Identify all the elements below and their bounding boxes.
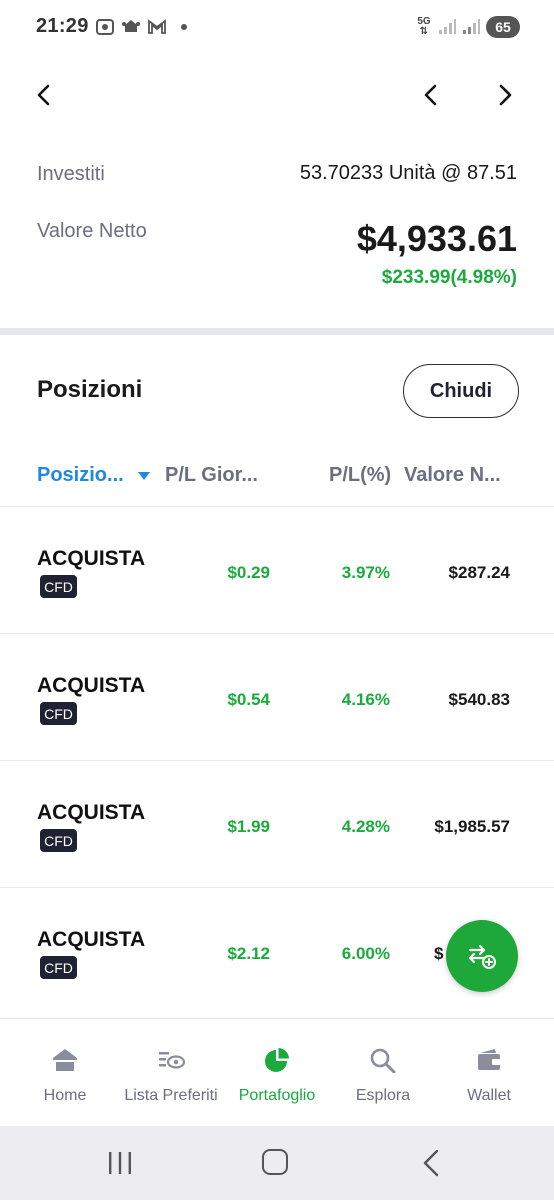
- trade-fab-button[interactable]: [446, 920, 518, 992]
- sort-down-icon[interactable]: [138, 472, 150, 480]
- column-header-pl-percent[interactable]: P/L(%): [329, 464, 391, 487]
- position-net-value: $540.83: [448, 690, 510, 709]
- position-side: ACQUISTA: [37, 928, 146, 951]
- position-pl-percent: 3.97%: [341, 563, 390, 582]
- close-all-button[interactable]: Chiudi: [403, 364, 519, 418]
- system-back-icon[interactable]: [420, 1148, 442, 1178]
- wallet-icon: [478, 1049, 500, 1070]
- invested-value: 53.70233 Unità @ 87.51: [299, 162, 517, 184]
- cfd-badge: CFD: [40, 829, 77, 852]
- net-value-pl: $233.99(4.98%): [381, 267, 517, 288]
- bug-icon: [122, 20, 140, 32]
- cfd-badge: CFD: [40, 956, 77, 979]
- nav-item-explore[interactable]: Esplora: [328, 1019, 438, 1127]
- notification-dot: [181, 24, 187, 30]
- column-header-net-value[interactable]: Valore N...: [404, 464, 501, 487]
- position-side: ACQUISTA: [37, 801, 146, 824]
- position-net-value: $1,985.57: [434, 817, 510, 836]
- nav-item-portfolio[interactable]: Portafoglio: [222, 1019, 332, 1127]
- watchlist-icon: [159, 1052, 185, 1069]
- column-header-position[interactable]: Posizio...: [37, 464, 124, 487]
- status-bar: 21:29 5G ⇅ 65: [0, 0, 554, 56]
- recent-apps-icon[interactable]: [106, 1150, 134, 1176]
- section-divider: [0, 328, 554, 335]
- nav-item-home[interactable]: Home: [10, 1019, 120, 1127]
- nav-label-home: Home: [43, 1087, 87, 1104]
- status-system-icons: 5G ⇅ 65: [416, 16, 520, 38]
- position-daily-pl: $2.12: [227, 944, 270, 963]
- previous-chevron-left-icon[interactable]: [417, 80, 445, 110]
- search-icon: [370, 1048, 396, 1073]
- home-icon: [53, 1049, 77, 1071]
- system-navigation-bar: [0, 1126, 554, 1200]
- position-pl-percent: 6.00%: [341, 944, 390, 963]
- position-daily-pl: $0.54: [227, 690, 270, 709]
- positions-title: Posizioni: [37, 376, 143, 403]
- gmail-icon: [148, 19, 166, 34]
- bottom-navigation: Home Lista Preferiti Portafoglio Esplora…: [0, 1018, 554, 1126]
- cfd-badge: CFD: [40, 702, 77, 725]
- position-row[interactable]: ACQUISTA CFD $0.54 4.16% $540.83: [0, 634, 554, 761]
- status-notification-icons: [95, 17, 187, 37]
- net-value-amount: $4,933.61: [356, 218, 517, 259]
- nav-label-watchlist: Lista Preferiti: [124, 1087, 218, 1104]
- nav-item-watchlist[interactable]: Lista Preferiti: [116, 1019, 226, 1127]
- position-pl-percent: 4.28%: [341, 817, 390, 836]
- position-row[interactable]: ACQUISTA CFD $1.99 4.28% $1,985.57: [0, 761, 554, 888]
- signal-icon: [439, 19, 456, 34]
- column-header-daily-pl[interactable]: P/L Gior...: [165, 464, 258, 487]
- nav-label-explore: Esplora: [355, 1087, 411, 1104]
- network-type: 5G ⇅: [417, 16, 431, 37]
- position-side: ACQUISTA: [37, 674, 146, 697]
- nav-item-wallet[interactable]: Wallet: [434, 1019, 544, 1127]
- invested-label: Investiti: [37, 163, 105, 185]
- signal-icon-2: [463, 19, 480, 34]
- position-row[interactable]: ACQUISTA CFD $0.29 3.97% $287.24: [0, 507, 554, 634]
- position-side: ACQUISTA: [37, 547, 146, 570]
- status-time: 21:29: [36, 15, 89, 37]
- position-daily-pl: $0.29: [227, 563, 270, 582]
- position-net-value: $: [434, 944, 444, 963]
- back-chevron-left-icon[interactable]: [30, 80, 58, 110]
- pie-chart-icon: [265, 1048, 289, 1072]
- next-chevron-right-icon[interactable]: [491, 80, 519, 110]
- nav-label-portfolio: Portafoglio: [238, 1087, 316, 1104]
- net-value-label: Valore Netto: [37, 220, 147, 242]
- home-button-icon[interactable]: [262, 1149, 288, 1175]
- position-net-value: $287.24: [448, 563, 510, 582]
- nav-label-wallet: Wallet: [467, 1087, 511, 1104]
- position-pl-percent: 4.16%: [341, 690, 390, 709]
- trade-add-icon: [468, 944, 496, 969]
- screenshot-icon: [96, 19, 114, 35]
- battery-indicator: 65: [486, 16, 520, 38]
- position-daily-pl: $1.99: [227, 817, 270, 836]
- cfd-badge: CFD: [40, 575, 77, 598]
